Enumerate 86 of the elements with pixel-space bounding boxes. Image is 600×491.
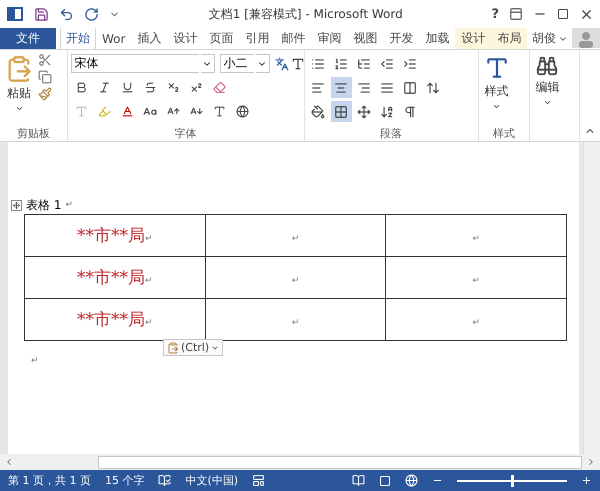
format-painter-icon[interactable]: [38, 87, 52, 101]
paragraph-mark: ↵: [145, 234, 153, 244]
window-title: 文档1 [兼容模式] - Microsoft Word: [208, 6, 404, 22]
align-button[interactable]: [330, 77, 352, 98]
web-layout-icon[interactable]: [405, 474, 418, 487]
binoculars-icon: [536, 55, 558, 77]
line-spacing-icon: [426, 80, 440, 94]
cell-text: **市**局: [77, 226, 146, 246]
eraser-icon: [212, 81, 226, 94]
ribbon-display-icon[interactable]: [509, 7, 523, 21]
pilcrow-icon: [403, 104, 418, 118]
underline-icon: [120, 81, 134, 94]
zoom-slider-thumb[interactable]: [511, 474, 514, 486]
align-center-icon: [334, 80, 348, 94]
save-icon[interactable]: [34, 6, 49, 22]
paint-bucket-icon: [311, 104, 326, 118]
paste-options-button[interactable]: (Ctrl): [163, 339, 224, 356]
numbering-icon: [334, 56, 348, 70]
caret-icon: [542, 98, 552, 107]
maximize-icon[interactable]: [557, 8, 569, 20]
word-app-icon: [6, 5, 24, 23]
page-count[interactable]: 第 1 页，共 1 页: [8, 473, 91, 488]
help-button[interactable]: ?: [491, 6, 499, 22]
cell-text: **市**局: [77, 268, 146, 288]
zoom-in-icon[interactable]: [581, 475, 592, 486]
subscript-icon: [166, 81, 180, 94]
paragraph-mark: ↵: [292, 234, 300, 244]
group-label: 样式: [492, 126, 516, 141]
align-left-icon: [311, 80, 326, 94]
phonetic-guide-icon[interactable]: [274, 56, 289, 70]
print-layout-icon[interactable]: [379, 474, 391, 486]
character-border-icon[interactable]: [290, 56, 305, 70]
caret-icon: [492, 102, 502, 111]
ribbon-tab[interactable]: 布局: [491, 28, 528, 49]
justify-icon: [380, 80, 394, 94]
bold-icon: [74, 81, 88, 94]
borders-icon: [334, 104, 348, 118]
table-caption: 表格 1: [26, 196, 62, 214]
multilevel-list-icon: [357, 56, 372, 70]
move-icon: [13, 202, 20, 208]
cut-icon[interactable]: [38, 53, 52, 67]
clipboard-icon: [167, 342, 179, 354]
file-tab[interactable]: 文件: [0, 28, 56, 49]
paragraph-mark: ↵: [472, 276, 480, 286]
paragraph-mark: ↵: [292, 318, 300, 328]
paragraph-mark: ↵: [31, 356, 39, 366]
bullets-icon: [311, 56, 326, 70]
group-label: 段落: [379, 126, 404, 141]
letter-icon: [74, 105, 88, 118]
highlighter-icon: [98, 105, 111, 118]
paragraph-mark: ↵: [145, 276, 153, 286]
italic-icon: [98, 81, 111, 94]
paragraph-mark: ↵: [65, 200, 73, 210]
arrows-icon: [357, 104, 372, 118]
paragraph-mark: ↵: [292, 276, 300, 286]
ribbon-tab[interactable]: 设计: [455, 28, 492, 49]
paragraph-mark: ↵: [472, 318, 480, 328]
vertical-scrollbar[interactable]: [583, 142, 600, 454]
font-name-field[interactable]: 宋体: [70, 54, 199, 73]
borders-button[interactable]: [330, 101, 352, 122]
group-label: 剪贴板: [16, 126, 51, 141]
increase-indent-icon: [403, 56, 418, 70]
font-size-field[interactable]: 小二: [220, 54, 254, 73]
undo-icon[interactable]: [59, 6, 74, 22]
copy-icon[interactable]: [38, 70, 52, 84]
sort-icon: [380, 104, 394, 118]
horizontal-scroll-thumb[interactable]: [98, 456, 582, 468]
caret-icon: [14, 104, 24, 113]
word-count[interactable]: 15 个字: [104, 473, 144, 488]
redo-icon[interactable]: [84, 6, 99, 22]
paragraph-mark: ↵: [472, 234, 480, 244]
columns-icon: [403, 80, 418, 94]
ribbon-tab[interactable]: 开始: [60, 28, 96, 49]
letter-icon: [212, 105, 226, 118]
proofing-book-icon[interactable]: [158, 474, 172, 487]
group-label: 字体: [174, 126, 198, 141]
superscript-icon: [190, 81, 203, 94]
read-mode-icon[interactable]: [352, 474, 365, 487]
decrease-indent-icon: [380, 56, 394, 70]
table-move-handle[interactable]: [11, 200, 22, 210]
cell-text: **市**局: [77, 310, 146, 330]
font-color-icon: [120, 105, 134, 118]
language-status[interactable]: 中文(中国): [185, 473, 238, 488]
paragraph-mark: ↵: [145, 318, 153, 328]
strikethrough-icon: [144, 81, 157, 94]
align-right-icon: [357, 80, 372, 94]
